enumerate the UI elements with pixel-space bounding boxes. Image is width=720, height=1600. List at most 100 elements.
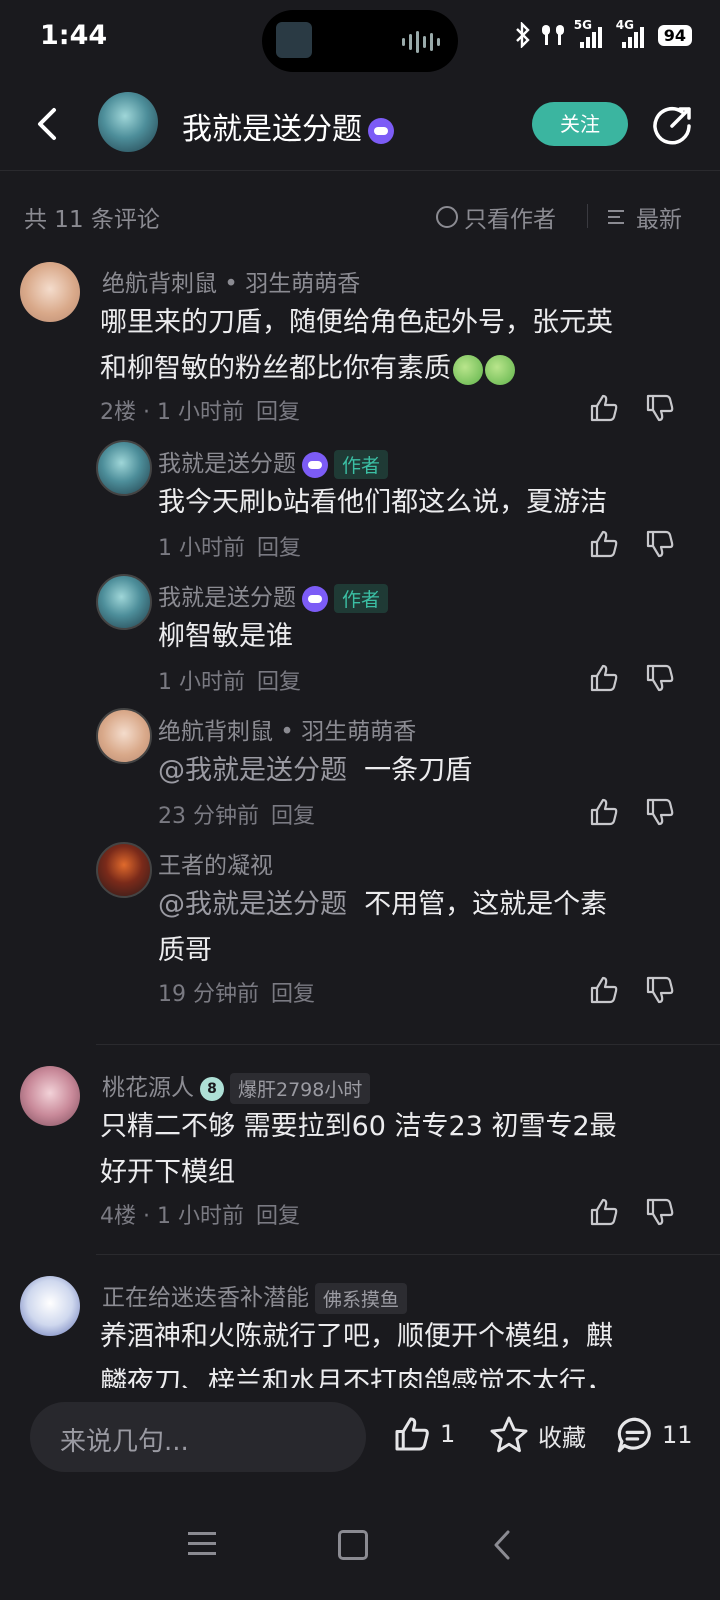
comment-text: @我就是送分题 不用管，这就是个素 质哥 [158, 882, 698, 974]
dynamic-island[interactable] [262, 10, 458, 72]
comment-line: 好开下模组 [100, 1157, 235, 1188]
recent-apps-icon[interactable] [188, 1532, 218, 1558]
only-author-label: 只看作者 [464, 207, 556, 233]
gamepad-badge-icon [302, 451, 328, 478]
page-title[interactable]: 我就是送分题 [182, 104, 394, 148]
author-tag: 作者 [334, 584, 389, 613]
thumbs-up-icon[interactable] [588, 528, 620, 560]
reply-button[interactable]: 回复 [257, 536, 301, 561]
comment-bubble-icon [617, 1417, 651, 1453]
follow-button[interactable]: 关注 [532, 102, 628, 146]
home-icon[interactable] [338, 1530, 368, 1560]
comment-line: 质哥 [158, 935, 212, 966]
favorite-button[interactable]: 收藏 [488, 1414, 586, 1456]
thumbs-up-icon[interactable] [588, 662, 620, 694]
comment-meta: 1 小时前 回复 [158, 530, 301, 562]
commenter-name[interactable]: 王者的凝视 [158, 846, 273, 880]
comment-text: 哪里来的刀盾，随便给角色起外号，张元英 和柳智敏的粉丝都比你有素质 [100, 300, 690, 392]
gamepad-badge-icon [302, 585, 328, 612]
author-tag: 作者 [334, 450, 389, 479]
comments-button[interactable]: 11 [614, 1414, 693, 1456]
battery-indicator: 94 [657, 24, 692, 46]
commenter-name[interactable]: 绝航背刺鼠 • 羽生萌萌香 [102, 264, 360, 298]
commenter-name-text: 桃花源人 [102, 1075, 194, 1101]
reply-button[interactable]: 回复 [257, 670, 301, 695]
reply-button[interactable]: 回复 [256, 400, 300, 425]
sort-toggle[interactable]: 最新 [608, 200, 682, 234]
comment-line: 养酒神和火陈就行了吧，顺便开个模组，麒 [100, 1321, 613, 1352]
avatar[interactable] [96, 842, 152, 898]
comment-line: 和柳智敏的粉丝都比你有素质 [100, 353, 451, 384]
thumbs-down-icon[interactable] [644, 1196, 676, 1228]
avatar[interactable] [96, 440, 152, 496]
comment-count: 共 11 条评论 [24, 207, 160, 233]
only-author-toggle[interactable]: 只看作者 [436, 200, 556, 234]
reply-button[interactable]: 回复 [256, 1204, 300, 1229]
input-placeholder: 来说几句... [60, 1427, 189, 1457]
reply-author-name: 我就是送分题 [158, 451, 296, 477]
commenter-name[interactable]: 我就是送分题 作者 [158, 578, 389, 613]
like-count: 1 [440, 1420, 456, 1448]
comment-text: 只精二不够 需要拉到60 洁专23 初雪专2最 好开下模组 [100, 1104, 690, 1196]
avatar[interactable] [20, 262, 80, 322]
comment-meta: 23 分钟前 回复 [158, 798, 315, 830]
media-thumbnail [276, 22, 312, 58]
favorite-label: 收藏 [538, 1423, 586, 1452]
sort-lines-icon [608, 208, 630, 226]
gamepad-badge-icon [368, 117, 394, 144]
reply-author-name: 我就是送分题 [158, 585, 296, 611]
avatar[interactable] [20, 1066, 80, 1126]
thumbs-up-icon[interactable] [588, 1196, 620, 1228]
status-bar: 1:44 5G 4G 94 [0, 0, 720, 78]
comment-time: 23 分钟前 [158, 804, 259, 829]
level-badge: 8 [200, 1076, 224, 1101]
commenter-name[interactable]: 桃花源人 8 爆肝2798小时 [102, 1068, 371, 1104]
status-time: 1:44 [40, 20, 108, 51]
thumbs-down-icon[interactable] [644, 974, 676, 1006]
comment-meta: 4楼 · 1 小时前 回复 [100, 1198, 300, 1230]
comment-count-badge: 11 [662, 1421, 693, 1449]
user-tag: 爆肝2798小时 [230, 1073, 371, 1104]
avatar[interactable] [96, 708, 152, 764]
mention-link[interactable]: @我就是送分题 [158, 755, 347, 786]
reply-button[interactable]: 回复 [271, 804, 315, 829]
like-button[interactable]: 1 [392, 1414, 455, 1454]
back-nav-icon[interactable] [488, 1528, 518, 1562]
sort-label: 最新 [636, 207, 682, 233]
star-icon [490, 1416, 528, 1453]
comment-text: 我今天刷b站看他们都这么说，夏游洁 [158, 487, 608, 518]
comments-toolbar: 共 11 条评论 只看作者 最新 [0, 170, 720, 260]
signal-4g-icon: 4G [616, 18, 650, 48]
thumbs-down-icon[interactable] [644, 662, 676, 694]
audio-wave-icon [402, 31, 440, 53]
comment-meta: 19 分钟前 回复 [158, 976, 315, 1008]
post-header: 我就是送分题 关注 [0, 78, 720, 171]
system-nav-bar [0, 1498, 720, 1600]
thumbs-up-icon[interactable] [588, 796, 620, 828]
divider [96, 1254, 720, 1255]
nauseated-face-emoji-icon [453, 354, 483, 385]
mention-link[interactable]: @我就是送分题 [158, 889, 347, 920]
comment-line: 一条刀盾 [364, 755, 473, 786]
thumbs-down-icon[interactable] [644, 528, 676, 560]
commenter-name[interactable]: 我就是送分题 作者 [158, 444, 389, 479]
status-icons: 5G 4G 94 [514, 18, 692, 48]
comment-text: 柳智敏是谁 [158, 621, 293, 652]
thumbs-down-icon[interactable] [644, 392, 676, 424]
divider [96, 1044, 720, 1045]
back-arrow-icon[interactable] [30, 106, 66, 142]
reply-button[interactable]: 回复 [271, 982, 315, 1007]
author-avatar[interactable] [98, 92, 158, 152]
comment-meta: 1 小时前 回复 [158, 664, 301, 696]
commenter-name[interactable]: 绝航背刺鼠 • 羽生萌萌香 [158, 712, 416, 746]
commenter-name[interactable]: 正在给迷迭香补潜能 佛系摸鱼 [102, 1278, 408, 1314]
thumbs-up-icon[interactable] [588, 392, 620, 424]
thumbs-down-icon[interactable] [644, 796, 676, 828]
share-icon[interactable] [652, 104, 694, 146]
thumbs-up-icon[interactable] [588, 974, 620, 1006]
avatar[interactable] [20, 1276, 80, 1336]
avatar[interactable] [96, 574, 152, 630]
comment-input[interactable]: 来说几句... [30, 1402, 366, 1472]
comment-line: 只精二不够 需要拉到60 洁专23 初雪专2最 [100, 1111, 617, 1142]
user-tag: 佛系摸鱼 [315, 1283, 408, 1314]
